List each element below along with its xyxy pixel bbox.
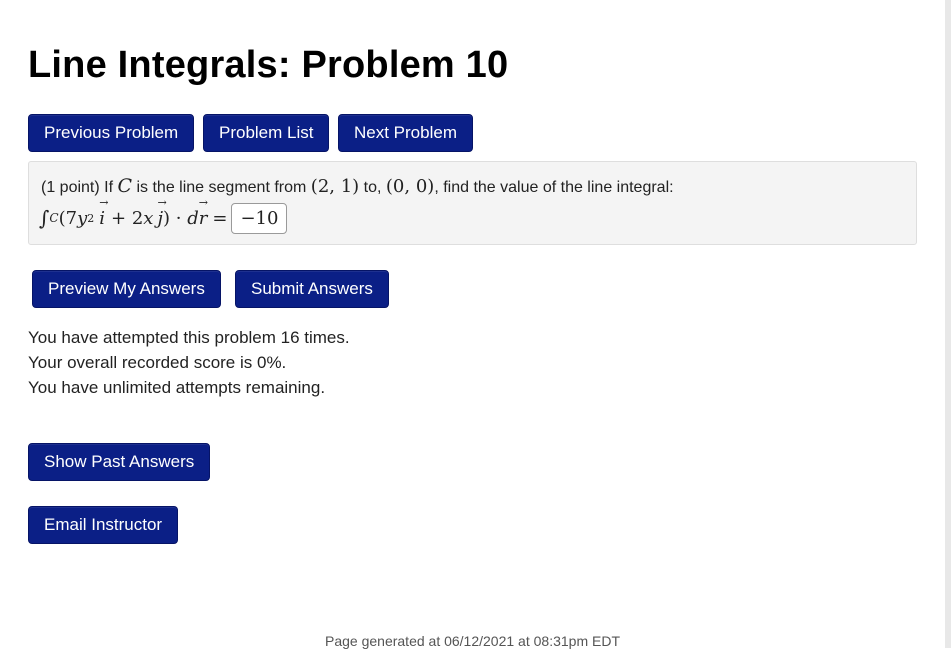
page-title: Line Integrals: Problem 10 xyxy=(28,44,509,86)
y-variable: y xyxy=(77,207,88,229)
to-text: to, xyxy=(363,179,382,196)
scrollbar[interactable] xyxy=(945,0,951,648)
find-text: , find the value of the line integral: xyxy=(434,179,674,196)
remaining-text: You have unlimited attempts remaining. xyxy=(28,378,326,397)
x-variable: x xyxy=(143,207,154,229)
problem-box: (1 point) If C is the line segment from … xyxy=(28,161,917,245)
plus-term: + 2 xyxy=(111,207,144,229)
equals-sign: = xyxy=(212,207,228,229)
score-text: Your overall recorded score is 0%. xyxy=(28,353,287,372)
next-problem-button[interactable]: Next Problem xyxy=(338,114,473,152)
previous-problem-button[interactable]: Previous Problem xyxy=(28,114,195,152)
start-point: (2, 1) xyxy=(310,176,360,197)
submit-answers-button[interactable]: Submit Answers xyxy=(235,270,389,308)
problem-statement: (1 point) If C is the line segment from … xyxy=(41,175,674,197)
integral-sign: ∫ xyxy=(39,206,50,230)
d-letter: d xyxy=(187,207,199,229)
show-past-answers-button[interactable]: Show Past Answers xyxy=(28,443,211,481)
line-integral-formula: ∫C (7y2 i + 2x j) · dr = −10 xyxy=(39,196,288,234)
preview-answers-button[interactable]: Preview My Answers xyxy=(32,270,221,308)
email-instructor-button[interactable]: Email Instructor xyxy=(28,506,179,544)
r-vector: r xyxy=(199,196,208,229)
problem-list-button[interactable]: Problem List xyxy=(203,114,330,152)
i-vector: i xyxy=(99,196,105,229)
curve-symbol: C xyxy=(117,175,133,197)
open-paren-term: (7 xyxy=(58,207,78,229)
points-prefix: (1 point) If xyxy=(41,179,114,196)
j-vector: j xyxy=(157,196,163,229)
integral-subscript: C xyxy=(49,211,59,225)
close-dot: ) · xyxy=(163,207,188,229)
exponent: 2 xyxy=(87,211,95,225)
page-footer: Page generated at 06/12/2021 at 08:31pm … xyxy=(325,633,620,649)
end-point: (0, 0) xyxy=(385,176,435,197)
attempts-text: You have attempted this problem 16 times… xyxy=(28,328,350,347)
answer-input[interactable]: −10 xyxy=(231,202,288,234)
segment-text: is the line segment from xyxy=(136,179,307,196)
